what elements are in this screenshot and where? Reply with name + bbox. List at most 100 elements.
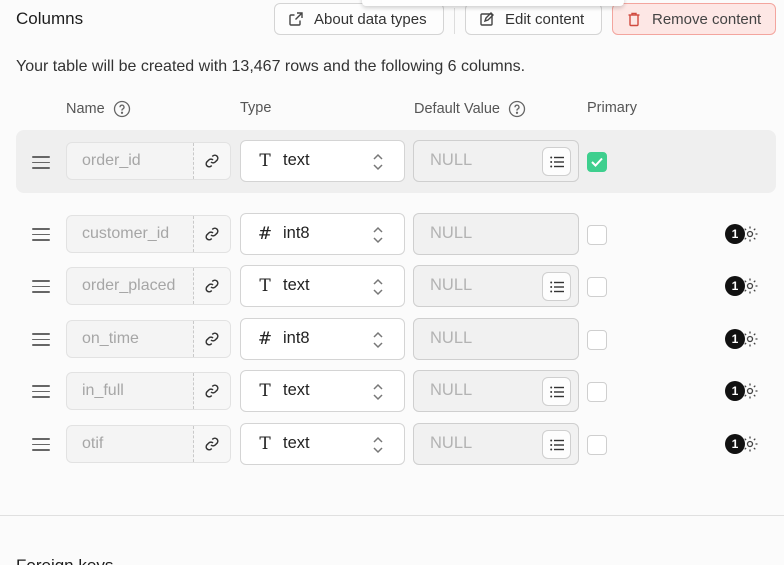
badge-count: 1 xyxy=(725,434,745,454)
chevron-up-down-icon xyxy=(373,153,383,171)
default-value-input[interactable]: NULL xyxy=(413,265,579,307)
column-settings[interactable]: 1 xyxy=(725,328,765,350)
column-header-default-label: Default Value xyxy=(414,101,500,117)
about-data-types-label: About data types xyxy=(314,10,427,28)
chevron-up-down-icon xyxy=(373,278,383,296)
column-type-select[interactable]: # int8 xyxy=(240,318,405,360)
column-header-primary-label: Primary xyxy=(587,100,637,116)
column-type-value: int8 xyxy=(283,224,310,242)
column-row: in_full T text NULL 1 xyxy=(16,365,776,417)
default-value-input[interactable]: NULL xyxy=(413,213,579,255)
list-icon[interactable] xyxy=(542,272,571,301)
column-header-default: Default Value xyxy=(414,100,526,118)
trash-icon xyxy=(628,12,640,27)
column-type-select[interactable]: T text xyxy=(240,370,405,412)
primary-key-checkbox[interactable] xyxy=(587,330,607,350)
drag-handle-icon[interactable] xyxy=(32,280,50,297)
column-header-type-label: Type xyxy=(240,100,272,116)
default-value-input[interactable]: NULL xyxy=(413,318,579,360)
column-type-select[interactable]: # int8 xyxy=(240,213,405,255)
column-type-value: text xyxy=(283,151,310,169)
about-data-types-button[interactable]: About data types xyxy=(274,3,444,35)
column-header-name-label: Name xyxy=(66,101,105,117)
default-value-input[interactable]: NULL xyxy=(413,423,579,465)
drag-handle-icon[interactable] xyxy=(32,438,50,455)
column-type-select[interactable]: T text xyxy=(240,140,405,182)
column-type-value: int8 xyxy=(283,329,310,347)
foreign-keys-title: Foreign keys xyxy=(16,556,113,565)
primary-key-checkbox[interactable] xyxy=(587,382,607,402)
default-value-placeholder: NULL xyxy=(430,276,473,294)
column-name-value: customer_id xyxy=(82,225,170,242)
column-type-select[interactable]: T text xyxy=(240,265,405,307)
column-row: otif T text NULL 1 xyxy=(16,418,776,470)
column-type-value: text xyxy=(283,276,310,294)
column-header-type: Type xyxy=(240,100,271,116)
drag-handle-icon[interactable] xyxy=(32,385,50,402)
badge-count: 1 xyxy=(725,276,745,296)
tooltip-popover xyxy=(362,0,624,6)
help-circle-icon[interactable] xyxy=(113,100,131,118)
link-icon[interactable] xyxy=(193,268,230,304)
edit-content-button[interactable]: Edit content xyxy=(465,3,602,35)
column-type-value: text xyxy=(283,381,310,399)
column-row: order_id T text NULL xyxy=(16,130,776,193)
column-name-input[interactable]: order_id xyxy=(66,142,231,180)
column-name-input[interactable]: in_full xyxy=(66,372,231,410)
drag-handle-icon[interactable] xyxy=(32,333,50,350)
header-divider xyxy=(454,8,455,34)
column-name-input[interactable]: otif xyxy=(66,425,231,463)
primary-key-checkbox[interactable] xyxy=(587,435,607,455)
link-icon[interactable] xyxy=(193,373,230,409)
section-title: Columns xyxy=(16,9,84,28)
default-value-input[interactable]: NULL xyxy=(413,140,579,182)
link-icon[interactable] xyxy=(193,321,230,357)
help-circle-icon[interactable] xyxy=(508,100,526,118)
column-name-value: in_full xyxy=(82,382,124,399)
default-value-placeholder: NULL xyxy=(430,434,473,452)
link-icon[interactable] xyxy=(193,426,230,462)
column-name-input[interactable]: on_time xyxy=(66,320,231,358)
primary-key-checkbox[interactable] xyxy=(587,277,607,297)
drag-handle-icon[interactable] xyxy=(32,156,50,173)
column-settings[interactable]: 1 xyxy=(725,433,765,455)
column-row: order_placed T text NULL 1 xyxy=(16,260,776,312)
columns-header: Columns About data types Edit content Re… xyxy=(0,0,784,40)
column-row: customer_id # int8 NULL 1 xyxy=(16,208,776,260)
text-type-icon: T xyxy=(259,434,271,454)
link-icon[interactable] xyxy=(193,143,230,179)
column-settings[interactable]: 1 xyxy=(725,380,765,402)
primary-key-checkbox[interactable] xyxy=(587,152,607,172)
remove-content-button[interactable]: Remove content xyxy=(612,3,776,35)
column-type-select[interactable]: T text xyxy=(240,423,405,465)
hash-type-icon: # xyxy=(257,224,273,244)
link-icon[interactable] xyxy=(193,216,230,252)
primary-key-checkbox[interactable] xyxy=(587,225,607,245)
column-name-value: on_time xyxy=(82,330,139,347)
drag-handle-icon[interactable] xyxy=(32,228,50,245)
text-type-icon: T xyxy=(259,151,271,171)
edit-content-label: Edit content xyxy=(505,10,585,28)
chevron-up-down-icon xyxy=(373,383,383,401)
column-name-value: order_id xyxy=(82,152,141,169)
badge-count: 1 xyxy=(725,224,745,244)
column-header-name: Name xyxy=(66,100,131,118)
edit-icon xyxy=(480,12,494,26)
column-settings[interactable]: 1 xyxy=(725,275,765,297)
column-name-value: otif xyxy=(82,435,104,452)
default-value-input[interactable]: NULL xyxy=(413,370,579,412)
hash-type-icon: # xyxy=(257,329,273,349)
default-value-placeholder: NULL xyxy=(430,381,473,399)
list-icon[interactable] xyxy=(542,377,571,406)
default-value-placeholder: NULL xyxy=(430,329,473,347)
badge-count: 1 xyxy=(725,381,745,401)
list-icon[interactable] xyxy=(542,430,571,459)
column-row: on_time # int8 NULL 1 xyxy=(16,313,776,365)
column-settings[interactable]: 1 xyxy=(725,223,765,245)
chevron-up-down-icon xyxy=(373,226,383,244)
default-value-placeholder: NULL xyxy=(430,151,473,169)
list-icon[interactable] xyxy=(542,147,571,176)
column-name-value: order_placed xyxy=(82,277,176,294)
column-name-input[interactable]: order_placed xyxy=(66,267,231,305)
column-name-input[interactable]: customer_id xyxy=(66,215,231,253)
